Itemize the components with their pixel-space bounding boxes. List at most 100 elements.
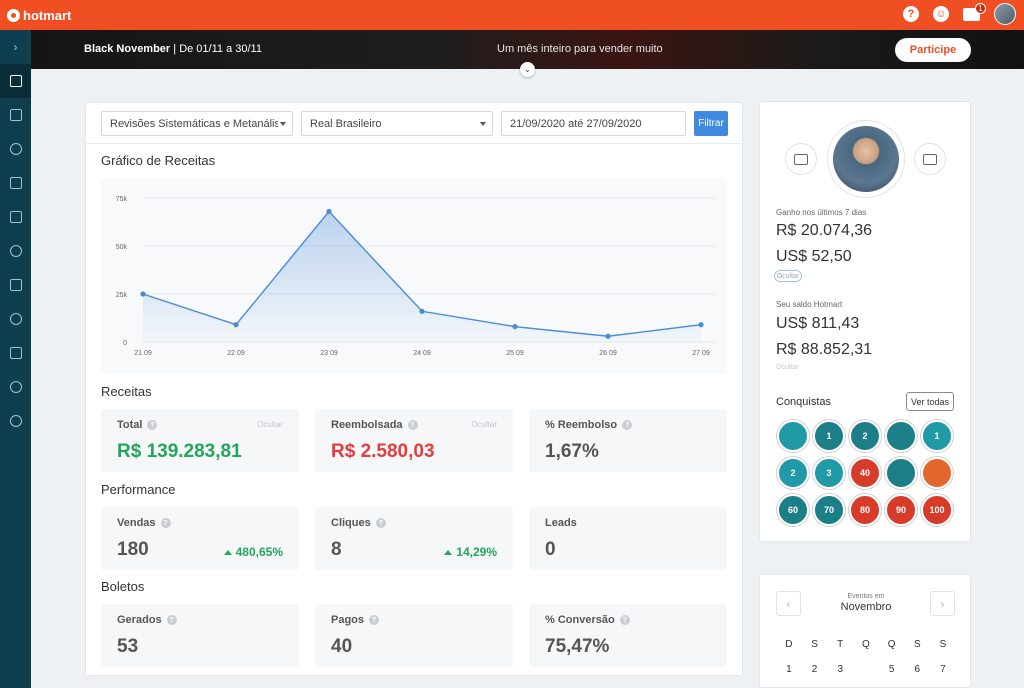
chart-title: Gráfico de Receitas bbox=[101, 153, 216, 168]
stat-label: Cliques? bbox=[331, 517, 386, 529]
sidebar-item-cart[interactable] bbox=[0, 200, 31, 234]
date-range-input[interactable]: 21/09/2020 até 27/09/2020 bbox=[501, 111, 686, 136]
boletos-title: Boletos bbox=[101, 579, 145, 594]
y-tick-label: 50k bbox=[116, 244, 128, 251]
receitas-title: Receitas bbox=[101, 384, 152, 399]
revenue-chart-svg: 0 25k 50k 75k 21 09 22 09 23 09 24 09 25 09 26 09… bbox=[116, 196, 715, 357]
calendar-day[interactable]: 6 bbox=[904, 663, 930, 676]
user-avatar[interactable] bbox=[994, 3, 1016, 25]
help-icon[interactable]: ? bbox=[375, 518, 386, 528]
stat-card-reembolso-percent: % Reembolso? 1,67% bbox=[529, 409, 727, 472]
level-70-icon[interactable]: 70 bbox=[813, 494, 845, 526]
top-bar-actions: ? ☺ 1 bbox=[903, 2, 1016, 25]
banner-collapse-button[interactable]: ⌄ bbox=[520, 62, 535, 77]
sidebar-item-products[interactable] bbox=[0, 166, 31, 200]
sidebar-item-integrations[interactable] bbox=[0, 404, 31, 438]
data-point bbox=[698, 322, 704, 328]
caret-down-icon bbox=[480, 122, 486, 126]
stat-label: Pagos? bbox=[331, 614, 380, 626]
calendar-day[interactable]: 7 bbox=[930, 663, 956, 676]
sidebar-item-grid[interactable] bbox=[0, 98, 31, 132]
rank-2-icon[interactable]: 2 bbox=[777, 457, 809, 489]
hide-toggle[interactable]: Ocultar bbox=[471, 420, 497, 429]
hide-balance-toggle[interactable]: Ocultar bbox=[776, 364, 799, 371]
recurrence-icon bbox=[9, 245, 22, 257]
events-next-button[interactable]: › bbox=[930, 591, 955, 616]
help-icon[interactable]: ? bbox=[147, 420, 158, 430]
rank-1-icon[interactable]: 1 bbox=[813, 420, 845, 452]
filter-bar: Revisões Sistemáticas e Metanálises Real… bbox=[101, 111, 728, 136]
sidebar-item-dashboard[interactable] bbox=[0, 64, 31, 98]
stat-value: 180 bbox=[117, 539, 149, 560]
product-select[interactable]: Revisões Sistemáticas e Metanálises bbox=[101, 111, 293, 136]
sidebar-item-settings[interactable] bbox=[0, 370, 31, 404]
calendar-day[interactable]: 3 bbox=[827, 663, 853, 676]
help-icon[interactable]: ? bbox=[622, 420, 633, 430]
level-100-icon[interactable]: 100 bbox=[921, 494, 953, 526]
profile-photo[interactable] bbox=[833, 126, 899, 192]
level-90-icon[interactable]: 90 bbox=[885, 494, 917, 526]
settings-icon bbox=[9, 381, 22, 393]
trophy-icon[interactable] bbox=[885, 420, 917, 452]
level-60-icon[interactable]: 60 bbox=[777, 494, 809, 526]
chat-bubbles-icon[interactable]: 1 bbox=[963, 2, 986, 21]
stat-label: Vendas? bbox=[117, 517, 171, 529]
hide-earnings-toggle[interactable]: Ocultar bbox=[774, 270, 802, 282]
medal-icon[interactable] bbox=[777, 420, 809, 452]
sidebar-item-recurrence[interactable] bbox=[0, 234, 31, 268]
badge-40-icon[interactable]: 40 bbox=[849, 457, 881, 489]
profile-settings-button[interactable] bbox=[785, 143, 817, 175]
currency-select-value: Real Brasileiro bbox=[310, 117, 382, 130]
product-select-value: Revisões Sistemáticas e Metanálises bbox=[110, 117, 278, 130]
help-icon[interactable]: ? bbox=[166, 615, 177, 625]
rank-2-icon[interactable]: 2 bbox=[849, 420, 881, 452]
calendar-day[interactable]: 2 bbox=[802, 663, 828, 676]
stat-label-text: Total bbox=[117, 419, 143, 431]
question-icon[interactable]: ? bbox=[903, 6, 919, 22]
events-calendar: D S T Q Q S S 1234567 bbox=[776, 638, 956, 680]
participe-button[interactable]: Participe bbox=[895, 38, 971, 62]
earned-brl: R$ 20.074,36 bbox=[776, 222, 873, 239]
profile-messages-button[interactable] bbox=[914, 143, 946, 175]
stat-value: 0 bbox=[545, 539, 556, 560]
chevron-down-icon: ⌄ bbox=[524, 65, 531, 74]
divider bbox=[86, 143, 742, 144]
support-icon[interactable]: ☺ bbox=[933, 6, 949, 22]
series-area bbox=[143, 211, 701, 342]
stat-label: Reembolsada? bbox=[331, 419, 418, 431]
level-80-icon[interactable]: 80 bbox=[849, 494, 881, 526]
ninja-icon[interactable] bbox=[885, 457, 917, 489]
hotmart-flame-icon bbox=[7, 8, 20, 22]
help-icon[interactable]: ? bbox=[369, 615, 380, 625]
sidebar-item-affiliates[interactable] bbox=[0, 132, 31, 166]
rank-1-icon[interactable]: 1 bbox=[921, 420, 953, 452]
sidebar-item-reports[interactable] bbox=[0, 336, 31, 370]
stat-label-text: % Conversão bbox=[545, 614, 615, 626]
reports-icon bbox=[9, 347, 22, 359]
sidebar-item-money[interactable] bbox=[0, 302, 31, 336]
rank-3-icon[interactable]: 3 bbox=[813, 457, 845, 489]
data-point bbox=[140, 291, 146, 297]
calendar-day-today[interactable]: 4 bbox=[853, 658, 879, 680]
hotmart-logo[interactable]: hotmart bbox=[7, 8, 71, 23]
weekday-header: T bbox=[837, 639, 844, 650]
profile-photo-frame bbox=[827, 120, 905, 198]
y-tick-label: 75k bbox=[116, 196, 128, 203]
affiliates-icon bbox=[9, 143, 22, 155]
help-icon[interactable]: ? bbox=[407, 420, 418, 430]
calendar-day[interactable]: 1 bbox=[776, 663, 802, 676]
stat-label: Total? bbox=[117, 419, 158, 431]
stat-change-value: 480,65% bbox=[235, 545, 283, 559]
sidebar-expand-button[interactable]: › bbox=[0, 30, 31, 64]
notification-badge: 1 bbox=[975, 2, 986, 14]
filter-button[interactable]: Filtrar bbox=[694, 111, 728, 136]
see-all-achievements-button[interactable]: Ver todas bbox=[906, 392, 954, 411]
help-icon[interactable]: ? bbox=[619, 615, 630, 625]
sidebar-item-messages[interactable] bbox=[0, 268, 31, 302]
help-icon[interactable]: ? bbox=[160, 518, 171, 528]
calendar-day[interactable]: 5 bbox=[879, 663, 905, 676]
hide-toggle[interactable]: Ocultar bbox=[257, 420, 283, 429]
currency-select[interactable]: Real Brasileiro bbox=[301, 111, 493, 136]
mountain-icon[interactable] bbox=[921, 457, 953, 489]
performance-title: Performance bbox=[101, 482, 176, 497]
